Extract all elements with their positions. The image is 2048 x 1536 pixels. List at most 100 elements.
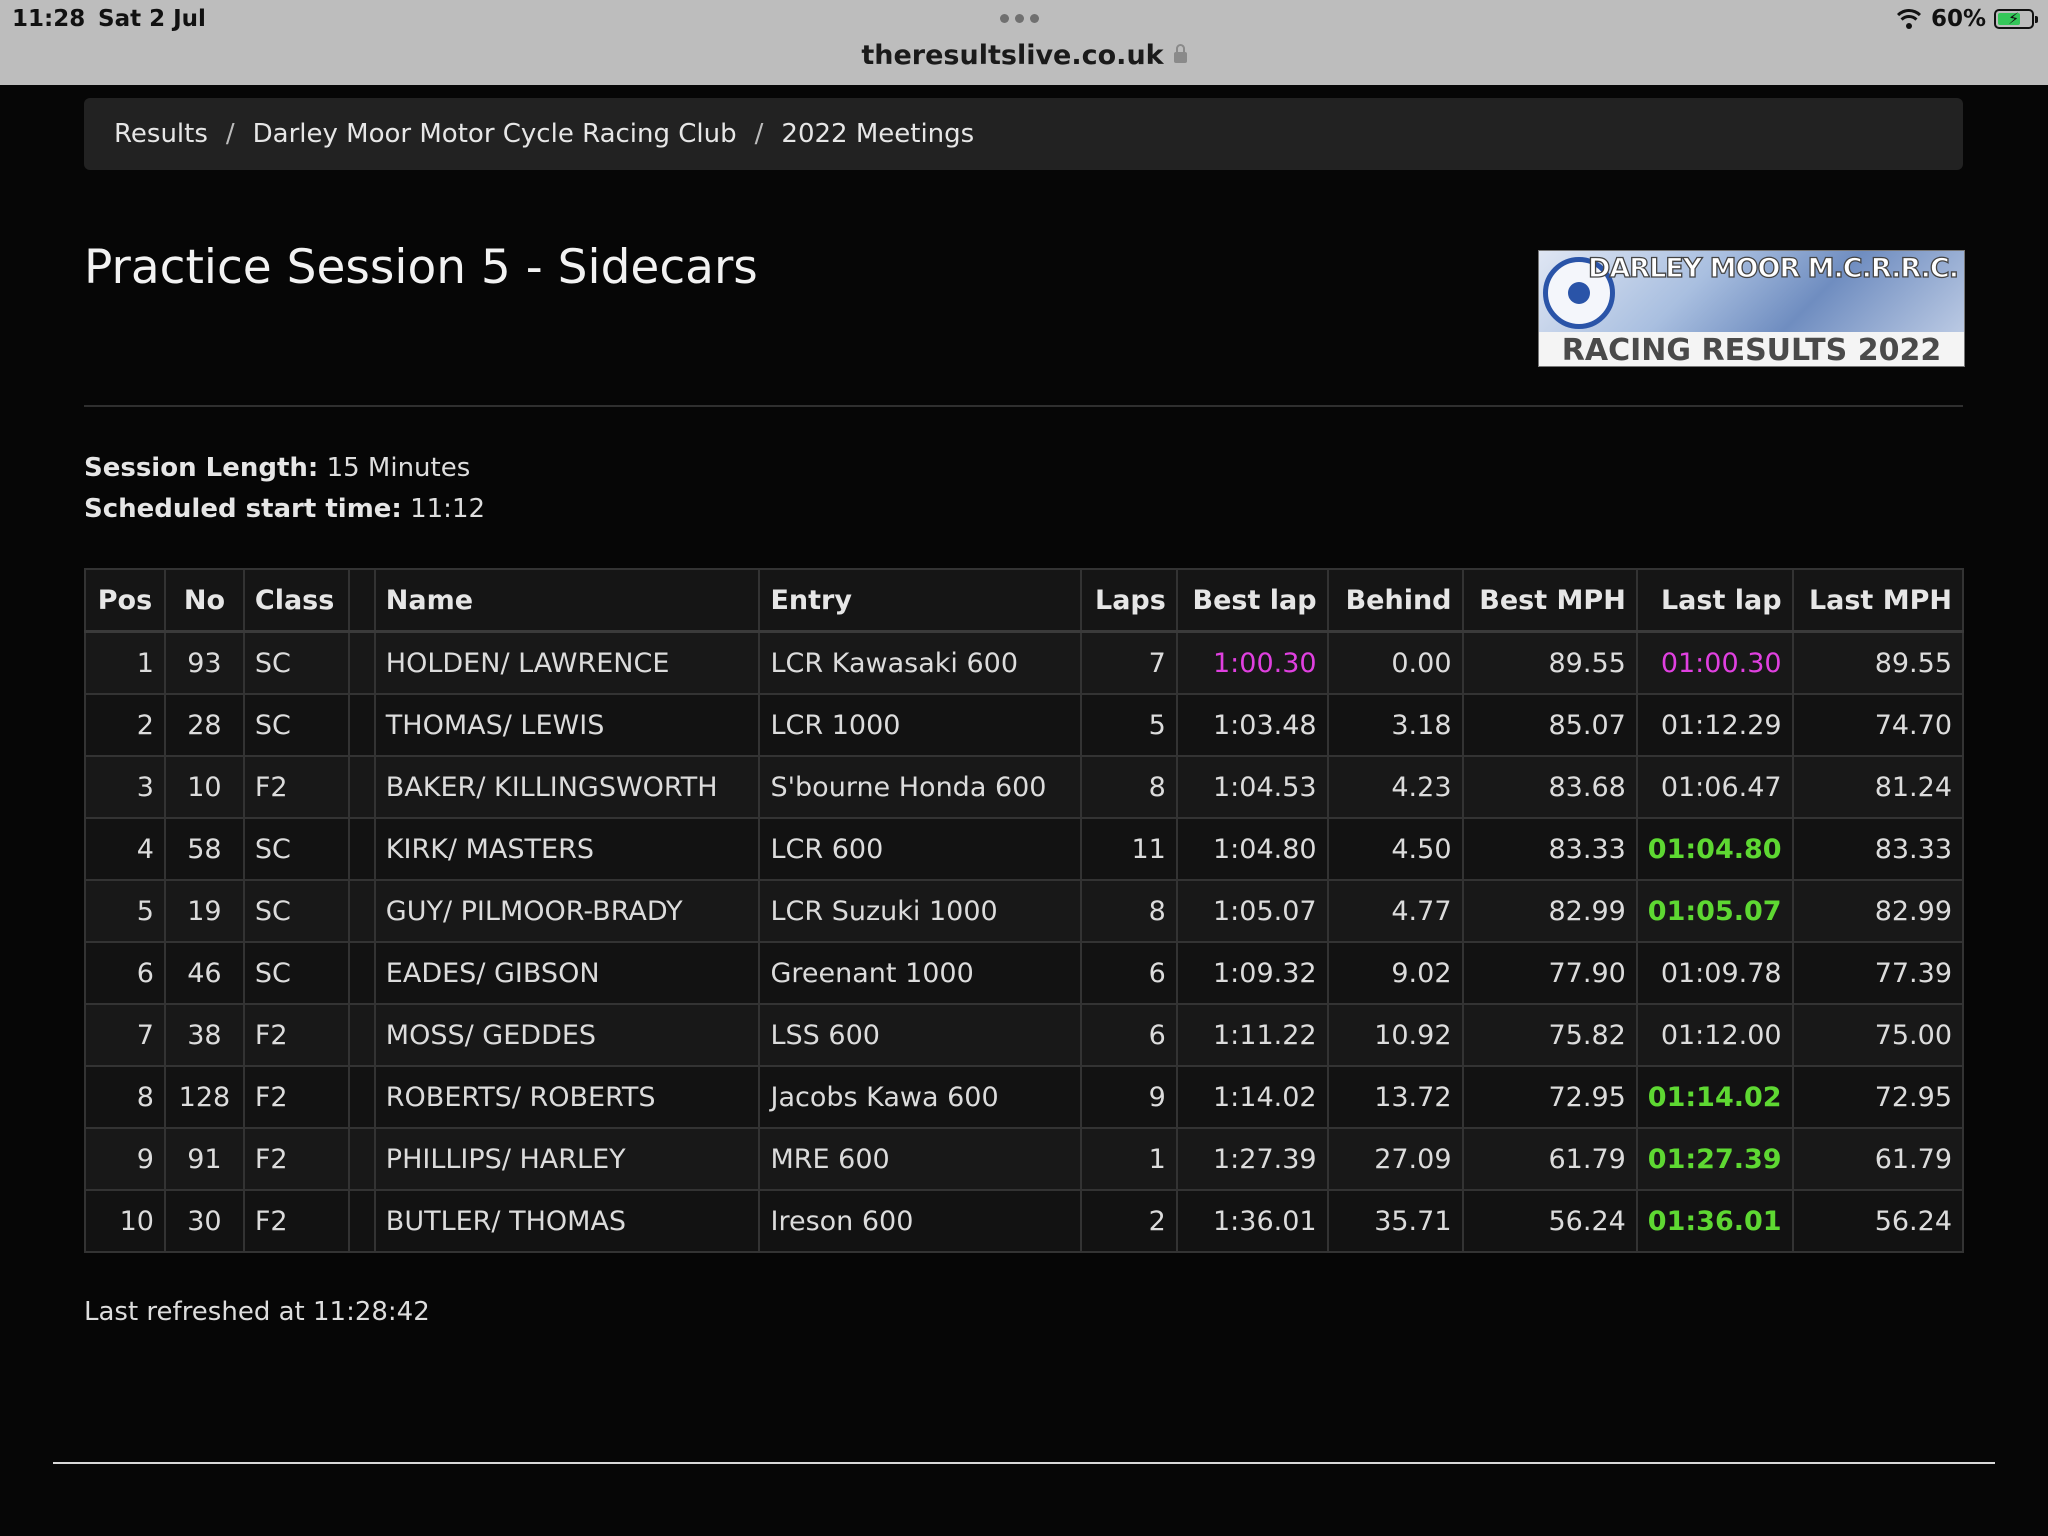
cell-best-lap: 1:27.39 xyxy=(1175,1127,1329,1191)
cell-blank xyxy=(347,755,376,819)
cell-best-lap: 1:09.32 xyxy=(1175,941,1329,1005)
cell-laps: 8 xyxy=(1079,879,1178,943)
cell-last-mph: 74.70 xyxy=(1791,693,1965,757)
table-header-row: Pos No Class Name Entry Laps Best lap Be… xyxy=(84,568,1965,633)
cell-pos: 2 xyxy=(84,693,166,757)
cell-name: BUTLER/ THOMAS xyxy=(373,1189,761,1253)
cell-name: PHILLIPS/ HARLEY xyxy=(373,1127,761,1191)
battery-percent: 60% xyxy=(1930,6,1986,32)
cell-best-mph: 82.99 xyxy=(1461,879,1638,943)
cell-pos: 4 xyxy=(84,817,166,881)
cell-laps: 6 xyxy=(1079,941,1178,1005)
battery-icon: ⚡ xyxy=(1994,9,2038,29)
cell-last-lap: 01:12.00 xyxy=(1635,1003,1794,1067)
breadcrumb-club[interactable]: Darley Moor Motor Cycle Racing Club xyxy=(253,119,737,149)
cell-entry: Jacobs Kawa 600 xyxy=(758,1065,1082,1129)
cell-pos: 5 xyxy=(84,879,166,943)
cell-best-mph: 77.90 xyxy=(1461,941,1638,1005)
cell-last-mph: 61.79 xyxy=(1791,1127,1965,1191)
cell-last-mph: 75.00 xyxy=(1791,1003,1965,1067)
page-title: Practice Session 5 - Sidecars xyxy=(84,240,758,295)
cell-last-lap: 01:06.47 xyxy=(1635,755,1794,819)
cell-class: SC xyxy=(242,630,350,695)
cell-entry: LCR Kawasaki 600 xyxy=(758,630,1082,695)
start-time-label: Scheduled start time: xyxy=(84,494,402,524)
cell-laps: 8 xyxy=(1079,755,1178,819)
cell-best-mph: 72.95 xyxy=(1461,1065,1638,1129)
cell-last-lap: 01:36.01 xyxy=(1635,1189,1794,1253)
session-info: Session Length: 15 Minutes Scheduled sta… xyxy=(84,448,485,530)
status-time: 11:28 xyxy=(12,6,86,32)
breadcrumb-meetings[interactable]: 2022 Meetings xyxy=(781,119,974,149)
cell-laps: 7 xyxy=(1079,630,1178,695)
cell-best-mph: 56.24 xyxy=(1461,1189,1638,1253)
lock-icon xyxy=(1173,44,1187,63)
cell-no: 10 xyxy=(163,755,245,819)
cell-no: 19 xyxy=(163,879,245,943)
session-length-label: Session Length: xyxy=(84,453,319,483)
cell-pos: 1 xyxy=(84,630,166,695)
breadcrumb-results[interactable]: Results xyxy=(114,119,208,149)
cell-class: F2 xyxy=(242,755,350,819)
table-row: 7 38 F2 MOSS/ GEDDES LSS 600 6 1:11.22 10.92 75.… xyxy=(84,1003,1965,1067)
cell-behind: 3.18 xyxy=(1326,693,1464,757)
cell-entry: LCR 1000 xyxy=(758,693,1082,757)
table-row: 3 10 F2 BAKER/ KILLINGSWORTH S'bourne Honda … xyxy=(84,755,1965,819)
cell-no: 128 xyxy=(163,1065,245,1129)
col-header-no: No xyxy=(163,568,245,633)
cell-entry: LCR 600 xyxy=(758,817,1082,881)
cell-laps: 11 xyxy=(1079,817,1178,881)
cell-class: F2 xyxy=(242,1065,350,1129)
cell-name: HOLDEN/ LAWRENCE xyxy=(373,630,761,695)
cell-blank xyxy=(347,817,376,881)
cell-class: SC xyxy=(242,817,350,881)
cell-blank xyxy=(347,693,376,757)
cell-laps: 6 xyxy=(1079,1003,1178,1067)
cell-no: 28 xyxy=(163,693,245,757)
cell-no: 38 xyxy=(163,1003,245,1067)
cell-best-lap: 1:03.48 xyxy=(1175,693,1329,757)
cell-best-lap: 1:04.53 xyxy=(1175,755,1329,819)
address-bar[interactable]: theresultslive.co.uk xyxy=(0,40,2048,71)
cell-last-lap: 01:09.78 xyxy=(1635,941,1794,1005)
cell-entry: Greenant 1000 xyxy=(758,941,1082,1005)
cell-name: GUY/ PILMOOR-BRADY xyxy=(373,879,761,943)
cell-no: 93 xyxy=(163,630,245,695)
cell-no: 91 xyxy=(163,1127,245,1191)
table-row: 5 19 SC GUY/ PILMOOR-BRADY LCR Suzuki 1000 8 1… xyxy=(84,879,1965,943)
cell-last-lap: 01:12.29 xyxy=(1635,693,1794,757)
results-table: Pos No Class Name Entry Laps Best lap Be… xyxy=(84,568,1965,1253)
cell-class: SC xyxy=(242,941,350,1005)
cell-last-mph: 56.24 xyxy=(1791,1189,1965,1253)
table-row: 2 28 SC THOMAS/ LEWIS LCR 1000 5 1:03.48 3.18 85… xyxy=(84,693,1965,757)
col-header-behind: Behind xyxy=(1326,568,1464,633)
cell-behind: 4.50 xyxy=(1326,817,1464,881)
cell-pos: 3 xyxy=(84,755,166,819)
cell-entry: S'bourne Honda 600 xyxy=(758,755,1082,819)
table-row: 8 128 F2 ROBERTS/ ROBERTS Jacobs Kawa 600 9 1:… xyxy=(84,1065,1965,1129)
cell-blank xyxy=(347,1189,376,1253)
cell-entry: LSS 600 xyxy=(758,1003,1082,1067)
cell-blank xyxy=(347,1065,376,1129)
cell-name: MOSS/ GEDDES xyxy=(373,1003,761,1067)
col-header-best-mph: Best MPH xyxy=(1461,568,1638,633)
cell-pos: 10 xyxy=(84,1189,166,1253)
cell-last-lap: 01:04.80 xyxy=(1635,817,1794,881)
cell-class: F2 xyxy=(242,1003,350,1067)
cell-best-lap: 1:36.01 xyxy=(1175,1189,1329,1253)
status-indicators: 60% ⚡ xyxy=(1894,6,2038,32)
session-length-value: 15 Minutes xyxy=(326,453,471,483)
table-row: 6 46 SC EADES/ GIBSON Greenant 1000 6 1:09.32 9… xyxy=(84,941,1965,1005)
cell-last-mph: 82.99 xyxy=(1791,879,1965,943)
col-header-class: Class xyxy=(242,568,350,633)
cell-blank xyxy=(347,1127,376,1191)
cell-no: 46 xyxy=(163,941,245,1005)
cell-last-lap: 01:27.39 xyxy=(1635,1127,1794,1191)
cell-class: SC xyxy=(242,879,350,943)
cell-entry: MRE 600 xyxy=(758,1127,1082,1191)
breadcrumb-separator: / xyxy=(754,119,764,149)
cell-blank xyxy=(347,630,376,695)
cell-name: ROBERTS/ ROBERTS xyxy=(373,1065,761,1129)
cell-behind: 13.72 xyxy=(1326,1065,1464,1129)
multitasking-dots-icon[interactable] xyxy=(1000,14,1039,23)
